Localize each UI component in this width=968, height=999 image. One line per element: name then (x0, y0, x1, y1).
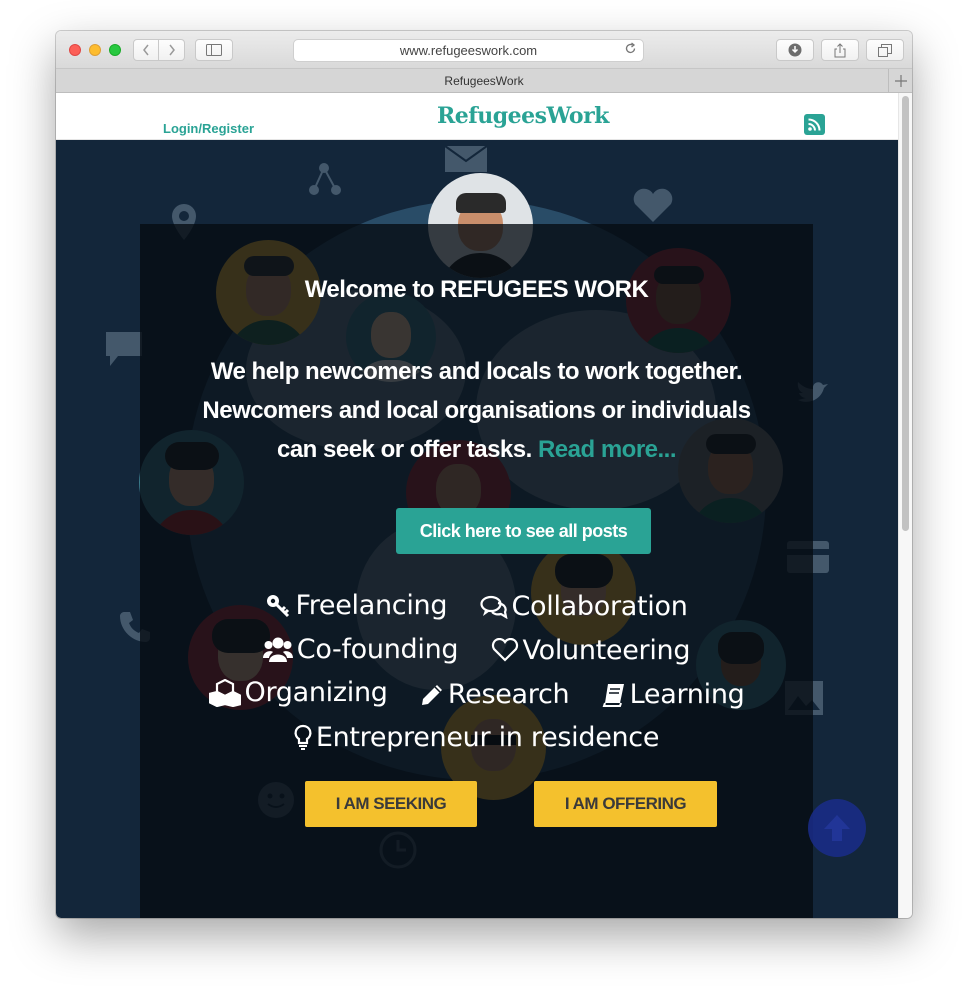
site-logo[interactable]: RefugeesWork (437, 103, 609, 129)
tabs-icon (878, 43, 892, 57)
category-label: Entrepreneur in residence (315, 721, 660, 753)
browser-toolbar: www.refugeeswork.com (56, 31, 912, 69)
downloads-button[interactable] (776, 39, 814, 61)
sidebar-toggle-button[interactable] (195, 39, 233, 61)
category-row: Entrepreneur in residence (140, 718, 813, 762)
page-content: Login/Register RefugeesWork Welcome to R… (56, 93, 898, 918)
window-controls (69, 44, 121, 56)
tagline-line-3: can seek or offer tasks. Read more... (140, 430, 813, 469)
back-button[interactable] (133, 39, 159, 61)
url-text: www.refugeeswork.com (399, 43, 538, 58)
category-organizing[interactable]: Organizing (208, 673, 388, 712)
category-row: Organizing Research Learning (140, 673, 813, 718)
i-am-offering-button[interactable]: I AM OFFERING (534, 781, 717, 827)
category-row: Freelancing Collaboration (140, 586, 813, 630)
envelope-bg-icon (444, 145, 488, 172)
browser-window: www.refugeeswork.com RefugeesWork Login/… (56, 31, 912, 918)
category-label: Co-founding (296, 633, 459, 665)
tab-title[interactable]: RefugeesWork (444, 74, 523, 88)
category-label: Collaboration (511, 591, 688, 622)
category-label: Volunteering (522, 634, 691, 666)
tagline-line: We help newcomers and locals to work tog… (210, 358, 743, 385)
category-label: Learning (629, 679, 745, 710)
category-label: Freelancing (295, 590, 448, 621)
heart-icon (491, 638, 518, 662)
forward-button[interactable] (159, 39, 185, 61)
login-register-link[interactable]: Login/Register (163, 121, 254, 136)
category-research[interactable]: Research (420, 675, 570, 714)
reload-icon[interactable] (624, 42, 637, 58)
category-learning[interactable]: Learning (602, 675, 745, 714)
sidebar-icon (206, 44, 222, 56)
tab-bar: RefugeesWork (56, 69, 912, 93)
category-row: Co-founding Volunteering (140, 630, 813, 674)
site-header: Login/Register RefugeesWork (56, 93, 898, 140)
book-icon (602, 683, 624, 707)
pencil-icon (421, 684, 442, 705)
share-icon (834, 42, 846, 57)
category-label: Organizing (244, 677, 388, 708)
category-volunteering[interactable]: Volunteering (491, 631, 691, 670)
zoom-window-button[interactable] (109, 44, 121, 56)
heart-bg-icon (633, 188, 673, 222)
lightbulb-icon (294, 724, 312, 750)
category-label: Research (447, 679, 570, 710)
minimize-window-button[interactable] (89, 44, 101, 56)
history-nav (133, 39, 185, 61)
category-entrepreneur-in-residence[interactable]: Entrepreneur in residence (294, 718, 659, 757)
read-more-link[interactable]: Read more... (538, 436, 677, 463)
see-all-posts-button[interactable]: Click here to see all posts (396, 508, 651, 554)
users-icon (262, 637, 293, 662)
rss-icon[interactable] (804, 114, 825, 135)
speech-bubble-bg-icon (106, 332, 142, 366)
tagline-text: can seek or offer tasks. (276, 436, 532, 463)
tabs-overview-button[interactable] (866, 39, 904, 61)
share-network-icon (309, 163, 341, 195)
arrow-up-icon (824, 815, 850, 841)
tagline: We help newcomers and locals to work tog… (140, 352, 813, 469)
i-am-seeking-button[interactable]: I AM SEEKING (305, 781, 477, 827)
close-window-button[interactable] (69, 44, 81, 56)
category-collaboration[interactable]: Collaboration (479, 587, 688, 626)
download-icon (788, 43, 802, 57)
scrollbar-thumb[interactable] (902, 96, 909, 531)
cubes-icon (208, 678, 241, 707)
welcome-heading: Welcome to REFUGEES WORK (304, 276, 649, 303)
scroll-to-top-button[interactable] (808, 799, 866, 857)
category-co-founding[interactable]: Co-founding (262, 630, 459, 669)
plus-icon (894, 74, 907, 87)
address-bar[interactable]: www.refugeeswork.com (293, 39, 644, 62)
new-tab-button[interactable] (888, 69, 912, 92)
chevron-right-icon (168, 44, 175, 56)
category-freelancing[interactable]: Freelancing (265, 586, 448, 625)
key-icon (267, 594, 290, 617)
chevron-left-icon (143, 44, 149, 56)
page-scrollbar[interactable] (898, 93, 912, 918)
share-button[interactable] (821, 39, 859, 61)
hero-section: Welcome to REFUGEES WORK We help newcome… (56, 140, 898, 918)
chat-icon (479, 595, 508, 619)
tagline-line: Newcomers and local organisations or ind… (202, 397, 751, 424)
welcome-panel: Welcome to REFUGEES WORK We help newcome… (140, 224, 813, 918)
category-list: Freelancing Collaboration Co-founding Vo… (140, 586, 813, 761)
